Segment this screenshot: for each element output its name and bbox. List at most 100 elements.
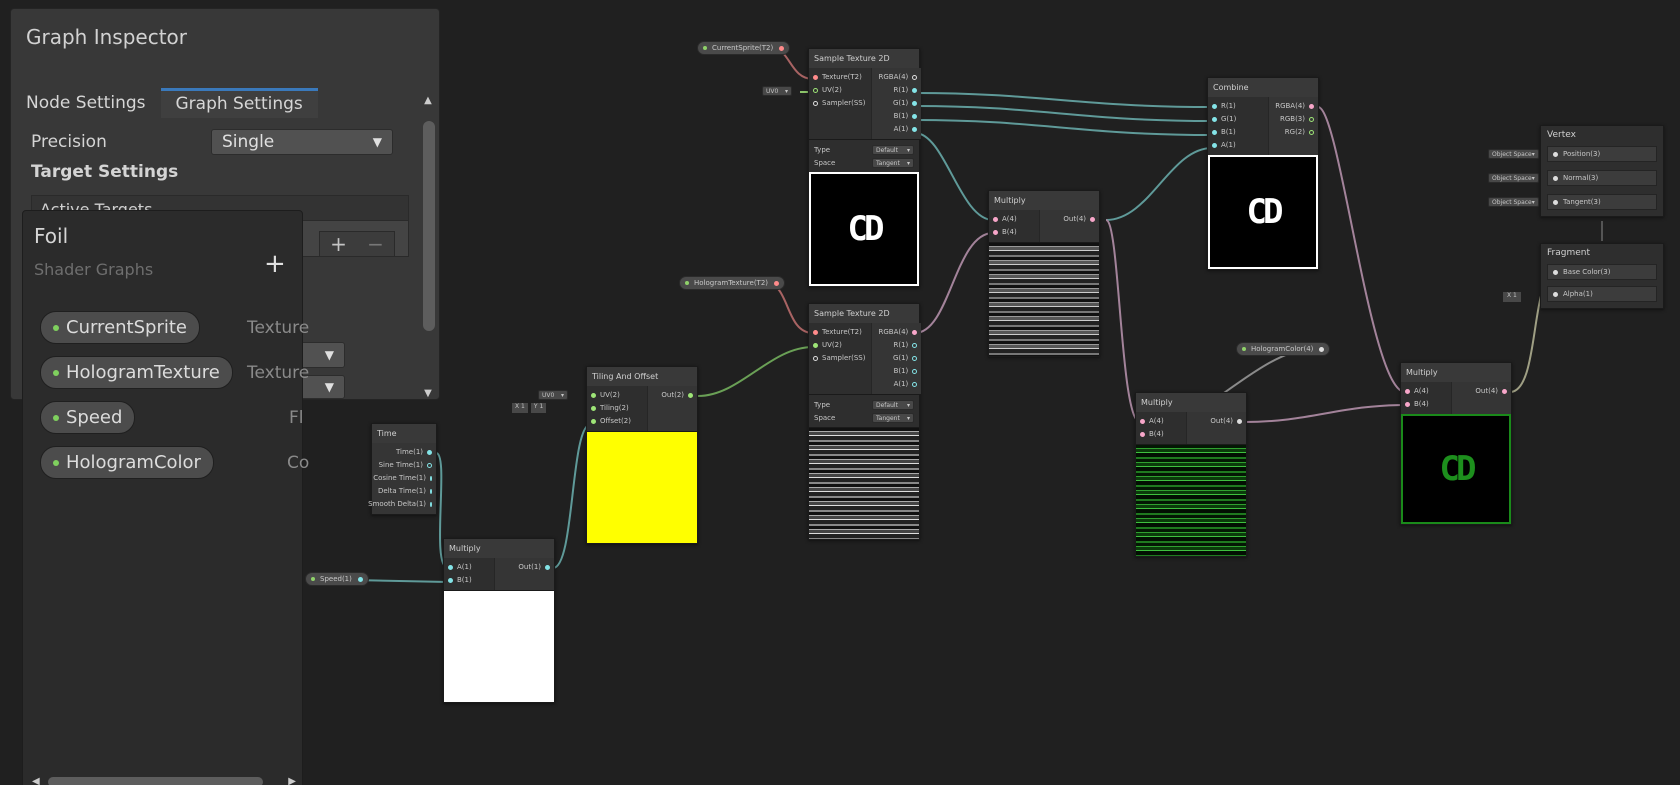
output-port-icon[interactable] — [774, 280, 780, 286]
sample-texture-node-2[interactable]: Sample Texture 2D Texture(T2) UV(2) Samp… — [808, 303, 922, 540]
output-port-time[interactable]: Time(1) — [372, 446, 436, 459]
space-dropdown[interactable]: Tangent ▾ — [872, 157, 914, 168]
add-property-button[interactable]: + — [264, 249, 286, 279]
normal-slot[interactable]: Normal(3) — [1547, 170, 1657, 186]
alpha-value-field[interactable]: X 1 — [1503, 292, 1521, 302]
hologram-color-pill[interactable]: HologramColor(4) — [1236, 342, 1331, 356]
scroll-right-icon[interactable]: ▶ — [288, 776, 296, 785]
property-item-hologram-texture[interactable]: HologramTexture — [40, 356, 233, 389]
output-port-rg[interactable]: RG(2) — [1269, 126, 1318, 139]
multiply-node-2[interactable]: Multiply A(4) B(4) Out(4) — [1135, 392, 1247, 557]
output-port-b[interactable]: B(1) — [872, 365, 921, 378]
scroll-left-icon[interactable]: ◀ — [32, 776, 40, 785]
output-port-a[interactable]: A(1) — [872, 378, 921, 391]
output-port-out[interactable]: Out(4) — [1452, 385, 1511, 398]
output-port-icon[interactable] — [779, 45, 785, 51]
input-port-offset[interactable]: Offset(2) — [587, 415, 647, 428]
position-space-chip[interactable]: Object Space ▾ — [1488, 149, 1539, 159]
multiply-time-node[interactable]: Multiply A(1) B(1) Out(1) — [443, 538, 555, 703]
precision-value: Single — [222, 132, 275, 152]
output-port-b[interactable]: B(1) — [872, 110, 921, 123]
tab-graph-settings[interactable]: Graph Settings — [160, 88, 318, 118]
input-port-sampler[interactable]: Sampler(SS) — [809, 97, 871, 110]
tiling-offset-node[interactable]: Tiling And Offset UV(2) Tiling(2) Offset… — [586, 366, 698, 544]
remove-target-button[interactable]: − — [367, 232, 384, 256]
output-port-out[interactable]: Out(1) — [495, 561, 554, 574]
output-port-g[interactable]: G(1) — [872, 352, 921, 365]
input-port-a[interactable]: A(1) — [1208, 139, 1268, 152]
output-port-icon[interactable] — [1319, 346, 1325, 352]
output-port-smooth-delta[interactable]: Smooth Delta(1) — [368, 498, 436, 511]
scroll-thumb[interactable] — [423, 121, 435, 331]
uv-channel-dropdown[interactable]: UV0 ▾ — [538, 390, 568, 400]
input-port-b[interactable]: B(1) — [444, 574, 494, 587]
property-item-speed[interactable]: Speed — [40, 401, 136, 434]
scroll-up-icon[interactable]: ▲ — [421, 95, 435, 106]
property-item-current-sprite[interactable]: CurrentSprite — [40, 311, 200, 344]
exposed-dot-icon — [703, 46, 707, 50]
scroll-down-icon[interactable]: ▼ — [421, 388, 435, 399]
input-port-uv[interactable]: UV(2) — [809, 84, 871, 97]
inspector-scrollbar[interactable]: ▲ ▼ — [421, 95, 435, 399]
position-slot[interactable]: Position(3) — [1547, 146, 1657, 162]
fragment-context[interactable]: Fragment Base Color(3) Alpha(1) — [1540, 243, 1664, 309]
output-port-r[interactable]: R(1) — [872, 339, 921, 352]
blackboard-hscrollbar[interactable]: ◀ ▶ — [23, 775, 302, 785]
base-color-slot[interactable]: Base Color(3) — [1547, 264, 1657, 280]
output-port-delta-time[interactable]: Delta Time(1) — [372, 485, 436, 498]
output-port-out[interactable]: Out(4) — [1040, 213, 1099, 226]
input-port-tiling[interactable]: Tiling(2) — [587, 402, 647, 415]
output-port-r[interactable]: R(1) — [872, 84, 921, 97]
alpha-slot[interactable]: Alpha(1) — [1547, 286, 1657, 302]
normal-space-chip[interactable]: Object Space ▾ — [1488, 173, 1539, 183]
precision-dropdown[interactable]: Single ▼ — [211, 129, 393, 155]
output-port-icon[interactable] — [357, 576, 363, 582]
input-port-b[interactable]: B(4) — [1401, 398, 1451, 411]
output-port-out[interactable]: Out(4) — [1187, 415, 1246, 428]
multiply-node-3[interactable]: Multiply A(4) B(4) Out(4) CD — [1400, 362, 1512, 525]
type-row: Type Default ▾ — [809, 143, 919, 156]
input-port-b[interactable]: B(4) — [1136, 428, 1186, 441]
uv-channel-dropdown[interactable]: UV0 ▾ — [762, 86, 792, 96]
output-port-rgba[interactable]: RGBA(4) — [872, 71, 921, 84]
tangent-space-chip[interactable]: Object Space ▾ — [1488, 197, 1539, 207]
add-target-button[interactable]: + — [330, 232, 347, 256]
tab-node-settings[interactable]: Node Settings — [11, 88, 161, 118]
time-node[interactable]: Time Time(1) Sine Time(1) Cosine Time(1)… — [368, 423, 437, 515]
input-port-texture[interactable]: Texture(T2) — [809, 326, 871, 339]
output-port-cosine-time[interactable]: Cosine Time(1) — [372, 472, 436, 485]
input-port-a[interactable]: A(4) — [1136, 415, 1186, 428]
input-port-r[interactable]: R(1) — [1208, 100, 1268, 113]
output-port-a[interactable]: A(1) — [872, 123, 921, 136]
scroll-thumb[interactable] — [48, 777, 263, 785]
current-sprite-pill[interactable]: CurrentSprite(T2) — [697, 41, 791, 55]
combine-node[interactable]: Combine R(1) G(1) B(1) A(1) RGBA(4) RGB(… — [1207, 77, 1319, 270]
tangent-slot[interactable]: Tangent(3) — [1547, 194, 1657, 210]
property-item-hologram-color[interactable]: HologramColor — [40, 446, 214, 479]
output-port-sine-time[interactable]: Sine Time(1) — [372, 459, 436, 472]
speed-pill[interactable]: Speed(1) — [305, 572, 369, 586]
vertex-context[interactable]: Vertex Position(3) Normal(3) Tangent(3) — [1540, 125, 1664, 217]
output-port-rgba[interactable]: RGBA(4) — [872, 326, 921, 339]
output-port-out[interactable]: Out(2) — [648, 389, 697, 402]
type-dropdown[interactable]: Default ▾ — [872, 399, 914, 410]
input-port-sampler[interactable]: Sampler(SS) — [809, 352, 871, 365]
type-dropdown[interactable]: Default ▾ — [872, 144, 914, 155]
tiling-vector-field[interactable]: X 1 Y 1 — [512, 403, 547, 413]
input-port-uv[interactable]: UV(2) — [587, 389, 647, 402]
input-port-b[interactable]: B(4) — [989, 226, 1039, 239]
input-port-b[interactable]: B(1) — [1208, 126, 1268, 139]
output-port-rgba[interactable]: RGBA(4) — [1269, 100, 1318, 113]
input-port-g[interactable]: G(1) — [1208, 113, 1268, 126]
space-dropdown[interactable]: Tangent ▾ — [872, 412, 914, 423]
input-port-a[interactable]: A(1) — [444, 561, 494, 574]
multiply-node-1[interactable]: Multiply A(4) B(4) Out(4) — [988, 190, 1100, 357]
input-port-a[interactable]: A(4) — [1401, 385, 1451, 398]
hologram-texture-pill[interactable]: HologramTexture(T2) — [679, 276, 786, 290]
input-port-uv[interactable]: UV(2) — [809, 339, 871, 352]
input-port-a[interactable]: A(4) — [989, 213, 1039, 226]
output-port-g[interactable]: G(1) — [872, 97, 921, 110]
input-port-texture[interactable]: Texture(T2) — [809, 71, 871, 84]
output-port-rgb[interactable]: RGB(3) — [1269, 113, 1318, 126]
sample-texture-node-1[interactable]: Sample Texture 2D Texture(T2) UV(2) Samp… — [808, 48, 922, 287]
